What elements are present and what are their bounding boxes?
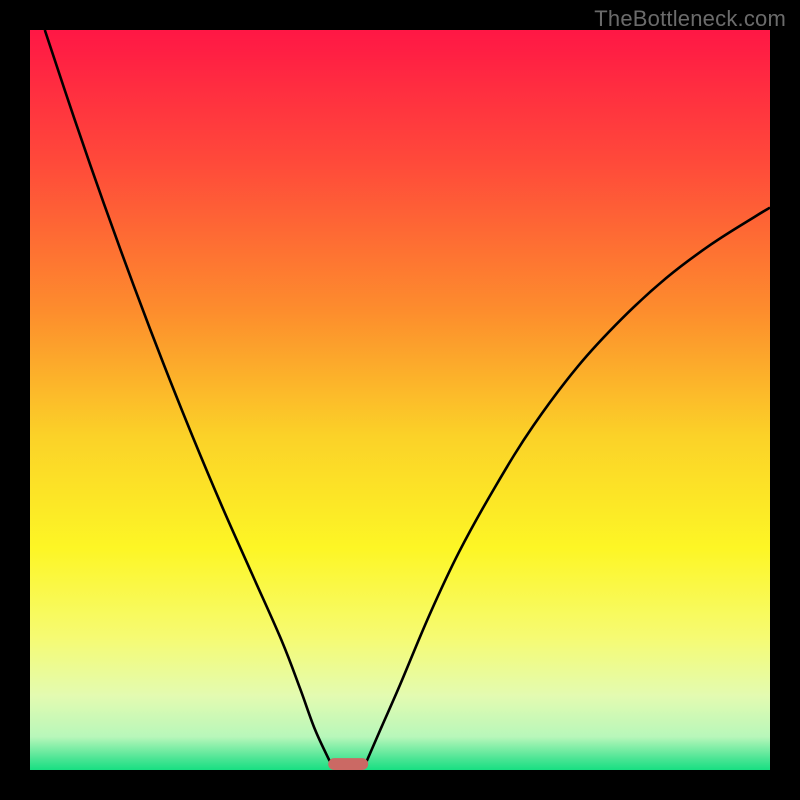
chart-frame: TheBottleneck.com: [0, 0, 800, 800]
watermark-text: TheBottleneck.com: [594, 6, 786, 32]
optimal-marker: [328, 758, 368, 770]
bottleneck-chart: [30, 30, 770, 770]
gradient-background: [30, 30, 770, 770]
